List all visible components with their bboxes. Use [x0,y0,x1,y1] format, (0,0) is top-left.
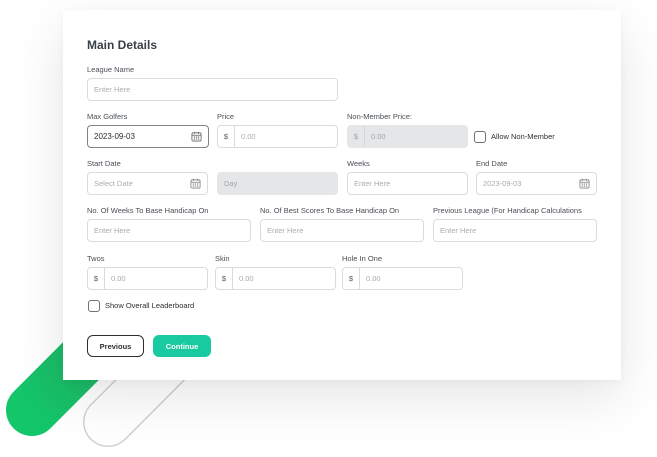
end-date-input[interactable]: 2023-09-03 [476,172,597,195]
best-scores-handicap-label: No. Of Best Scores To Base Handicap On [260,206,400,215]
non-member-price-currency-prefix: $ [348,126,365,147]
non-member-price-placeholder: 0.00 [371,132,386,141]
skin-currency-prefix: $ [216,268,233,289]
hole-in-one-currency-prefix: $ [343,268,360,289]
show-overall-leaderboard-checkbox[interactable] [88,300,100,312]
weeks-input[interactable]: Enter Here [347,172,468,195]
hole-in-one-label: Hole In One [342,254,383,263]
weeks-label: Weeks [347,159,370,168]
start-date-label: Start Date [87,159,121,168]
previous-league-placeholder: Enter Here [440,226,477,235]
allow-non-member-checkbox[interactable] [474,131,486,143]
start-date-placeholder: Select Date [94,179,133,188]
skin-label: Skin [215,254,230,263]
league-name-input[interactable]: Enter Here [87,78,338,101]
calendar-icon[interactable] [190,178,201,189]
weeks-handicap-label: No. Of Weeks To Base Handicap On [87,206,209,215]
max-golfers-label: Max Golfers [87,112,128,121]
twos-label: Twos [87,254,105,263]
day-input: Day [217,172,338,195]
non-member-price-input: $ 0.00 [347,125,468,148]
price-input[interactable]: $ 0.00 [217,125,338,148]
non-member-price-label: Non-Member Price: [347,112,413,121]
weeks-handicap-input[interactable]: Enter Here [87,219,251,242]
twos-currency-prefix: $ [88,268,105,289]
section-title: Main Details [87,38,158,52]
twos-input[interactable]: $ 0.00 [87,267,208,290]
allow-non-member-label[interactable]: Allow Non-Member [491,132,555,141]
continue-button[interactable]: Continue [153,335,211,357]
show-overall-leaderboard-label[interactable]: Show Overall Leaderboard [105,301,194,310]
max-golfers-value: 2023-09-03 [94,132,135,141]
day-placeholder: Day [224,179,238,188]
end-date-placeholder: 2023-09-03 [483,179,522,188]
league-name-placeholder: Enter Here [94,85,131,94]
twos-placeholder: 0.00 [111,274,126,283]
start-date-input[interactable]: Select Date [87,172,208,195]
form-card: Main Details League Name Enter Here Max … [63,10,621,380]
price-placeholder: 0.00 [241,132,256,141]
weeks-handicap-placeholder: Enter Here [94,226,131,235]
price-currency-prefix: $ [218,126,235,147]
weeks-placeholder: Enter Here [354,179,391,188]
end-date-label: End Date [476,159,508,168]
previous-button[interactable]: Previous [87,335,144,357]
best-scores-handicap-placeholder: Enter Here [267,226,304,235]
skin-input[interactable]: $ 0.00 [215,267,336,290]
hole-in-one-placeholder: 0.00 [366,274,381,283]
best-scores-handicap-input[interactable]: Enter Here [260,219,424,242]
max-golfers-input[interactable]: 2023-09-03 [87,125,209,148]
calendar-icon[interactable] [191,131,202,142]
previous-league-input[interactable]: Enter Here [433,219,597,242]
previous-league-label: Previous League (For Handicap Calculatio… [433,206,582,215]
skin-placeholder: 0.00 [239,274,254,283]
hole-in-one-input[interactable]: $ 0.00 [342,267,463,290]
calendar-icon[interactable] [579,178,590,189]
league-name-label: League Name [87,65,135,74]
price-label: Price [217,112,235,121]
